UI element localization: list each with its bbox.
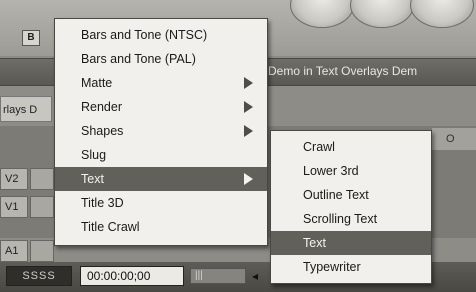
transport-button[interactable]: [410, 0, 474, 28]
menu-item-matte[interactable]: Matte: [55, 71, 267, 95]
track-label-a1[interactable]: A1: [0, 240, 28, 262]
menu-item-label: Render: [81, 100, 122, 114]
menu-item-render[interactable]: Render: [55, 95, 267, 119]
transport-button[interactable]: [350, 0, 414, 28]
menu-item-shapes[interactable]: Shapes: [55, 119, 267, 143]
track-lane[interactable]: [30, 240, 54, 262]
menu-item-bars-tone-ntsc[interactable]: Bars and Tone (NTSC): [55, 23, 267, 47]
submenu-item-crawl[interactable]: Crawl: [271, 135, 431, 159]
menu-item-bars-tone-pal[interactable]: Bars and Tone (PAL): [55, 47, 267, 71]
menu-item-text[interactable]: Text: [55, 167, 267, 191]
timecode-field[interactable]: 00:00:00;00: [80, 266, 184, 286]
track-label-v2[interactable]: V2: [0, 168, 28, 190]
submenu-arrow-icon: [244, 77, 253, 89]
right-tab[interactable]: O: [432, 128, 476, 150]
zoom-slider[interactable]: |||: [190, 268, 246, 284]
track-lane[interactable]: [30, 196, 54, 218]
text-submenu: Crawl Lower 3rd Outline Text Scrolling T…: [270, 130, 432, 284]
submenu-item-text[interactable]: Text: [271, 231, 431, 255]
track-label-v1[interactable]: V1: [0, 196, 28, 218]
menu-item-label: Text: [81, 172, 104, 186]
submenu-arrow-icon: [244, 125, 253, 137]
left-arrow-icon[interactable]: ◂: [252, 269, 258, 283]
menu-item-label: Matte: [81, 76, 113, 90]
track-lane[interactable]: [30, 168, 54, 190]
menu-item-title-3d[interactable]: Title 3D: [55, 191, 267, 215]
generator-menu: Bars and Tone (NTSC) Bars and Tone (PAL)…: [54, 18, 268, 246]
timeline-title: Demo in Text Overlays Dem: [268, 64, 418, 78]
menu-item-title-crawl[interactable]: Title Crawl: [55, 215, 267, 239]
menu-item-label: Shapes: [81, 124, 124, 138]
generator-button[interactable]: B: [22, 30, 40, 46]
submenu-arrow-icon: [244, 173, 253, 185]
submenu-item-scrolling-text[interactable]: Scrolling Text: [271, 207, 431, 231]
timecode-icon: SSSS: [6, 266, 72, 286]
submenu-arrow-icon: [244, 101, 253, 113]
submenu-item-lower-3rd[interactable]: Lower 3rd: [271, 159, 431, 183]
submenu-item-outline-text[interactable]: Outline Text: [271, 183, 431, 207]
sequence-tab[interactable]: rlays D: [0, 96, 52, 122]
menu-item-slug[interactable]: Slug: [55, 143, 267, 167]
transport-button[interactable]: [290, 0, 354, 28]
transport-controls: [290, 0, 476, 40]
submenu-item-typewriter[interactable]: Typewriter: [271, 255, 431, 279]
